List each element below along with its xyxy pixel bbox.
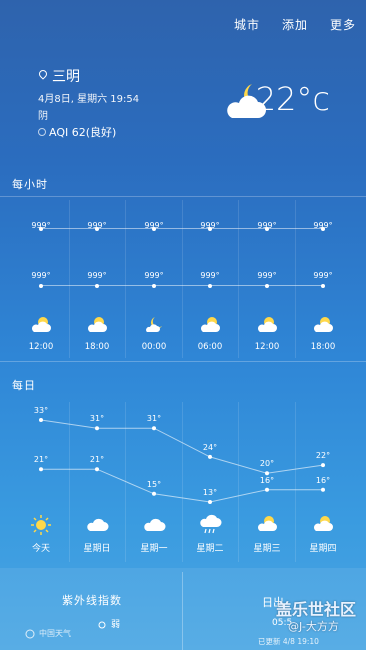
low-temp-label: 16° bbox=[315, 475, 331, 485]
uv-title[interactable]: 紫外线指数 bbox=[62, 592, 122, 608]
day-name: 今天 bbox=[31, 544, 50, 554]
sun-cloud-icon bbox=[295, 514, 351, 536]
high-temp-label: 33° bbox=[33, 406, 49, 415]
day-name: 星期二 bbox=[196, 544, 224, 554]
high-temp-label: 24° bbox=[202, 442, 218, 452]
highs-point bbox=[152, 426, 156, 431]
sun-cloud-icon bbox=[239, 514, 295, 536]
highs-point bbox=[321, 463, 325, 468]
brand-text: 中国天气 bbox=[39, 629, 71, 638]
watermark-title: 盖乐世社区 bbox=[276, 600, 357, 619]
high-temp-label: 22° bbox=[315, 451, 331, 461]
uv-value: 弱 bbox=[96, 617, 120, 630]
low-temp-label: 21° bbox=[89, 455, 105, 465]
cloud-icon bbox=[69, 514, 125, 536]
rain-cloud-icon bbox=[182, 514, 238, 540]
high-temp-label: 31° bbox=[146, 414, 162, 424]
lows-point bbox=[39, 467, 43, 472]
cloud-icon bbox=[126, 514, 182, 536]
high-temp-label: 20° bbox=[259, 459, 275, 469]
brand-icon bbox=[25, 629, 35, 638]
lows-point bbox=[152, 491, 156, 496]
highs-point bbox=[95, 426, 99, 431]
lows-point bbox=[95, 467, 99, 472]
watermark-author: @J-大方方 bbox=[288, 620, 339, 633]
low-temp-label: 16° bbox=[259, 475, 275, 485]
sun-icon bbox=[13, 514, 69, 540]
high-temp-label: 31° bbox=[89, 414, 105, 424]
lows-point bbox=[208, 500, 212, 504]
lows-point bbox=[321, 487, 325, 492]
day-name: 星期四 bbox=[309, 544, 337, 554]
uv-level: 弱 bbox=[111, 620, 121, 630]
divider bbox=[182, 572, 183, 650]
day-name: 星期日 bbox=[83, 544, 111, 554]
highs-point bbox=[208, 454, 212, 459]
day-name: 星期一 bbox=[140, 544, 168, 554]
low-temp-label: 13° bbox=[202, 488, 218, 497]
updated-time: 已更新 4/8 19:10 bbox=[258, 637, 319, 646]
grid-line bbox=[69, 402, 70, 562]
uv-icon bbox=[98, 621, 106, 628]
highs-point bbox=[265, 471, 269, 476]
low-temp-label: 21° bbox=[33, 455, 49, 465]
brand-logo: 中国天气 bbox=[24, 628, 71, 639]
highs-point bbox=[39, 418, 43, 422]
lows-point bbox=[265, 487, 269, 492]
low-temp-label: 15° bbox=[146, 479, 162, 489]
day-name: 星期三 bbox=[253, 544, 281, 554]
